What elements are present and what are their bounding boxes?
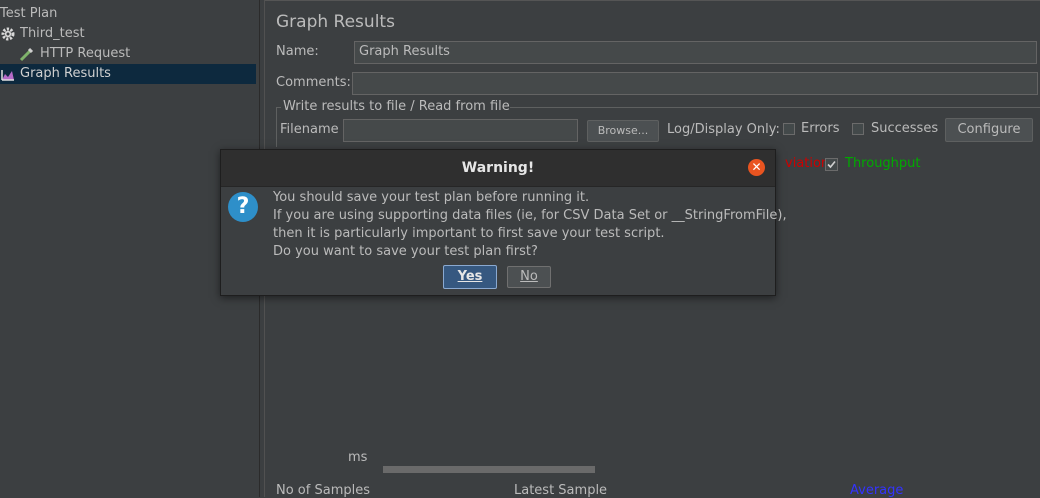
graph-scrollbar[interactable] — [383, 466, 595, 473]
successes-label: Successes — [871, 121, 939, 136]
configure-button[interactable]: Configure — [945, 118, 1033, 142]
panel-top-border — [265, 0, 1040, 5]
test-plan-tree: Test Plan Third_test HTTP Request Graph … — [0, 0, 256, 497]
log-display-label: Log/Display Only: — [667, 122, 780, 137]
latest-sample-label: Latest Sample — [514, 483, 608, 498]
yes-button[interactable]: Yes — [443, 265, 497, 289]
question-icon: ? — [228, 192, 258, 222]
dialog-message-line: If you are using supporting data files (… — [273, 208, 787, 223]
throughput-label: Throughput — [845, 156, 921, 171]
fieldset-legend: Write results to file / Read from file — [283, 99, 510, 114]
dialog-message-line: then it is particularly important to fir… — [273, 226, 665, 241]
ms-label: ms — [348, 450, 368, 465]
throughput-checkbox[interactable] — [825, 158, 838, 171]
errors-checkbox[interactable] — [783, 123, 795, 135]
pipette-icon — [18, 46, 34, 62]
warning-dialog: Warning! ✕ ? You should save your test p… — [220, 149, 787, 296]
average-label: Average — [850, 483, 904, 498]
filename-field[interactable] — [343, 119, 578, 142]
graph-icon — [0, 66, 16, 82]
fieldset-border — [276, 107, 277, 147]
fieldset-border — [510, 107, 1040, 108]
name-field[interactable]: Graph Results — [354, 41, 1037, 64]
tree-item-third-test[interactable]: Third_test — [0, 24, 256, 44]
errors-label: Errors — [801, 121, 840, 136]
tree-item-label: HTTP Request — [40, 46, 131, 61]
dialog-message-line: Do you want to save your test plan first… — [273, 244, 538, 259]
tree-item-http-request[interactable]: HTTP Request — [0, 44, 256, 64]
tree-item-label: Test Plan — [0, 6, 58, 21]
comments-field[interactable] — [352, 72, 1038, 95]
samples-count-label: No of Samples — [276, 483, 370, 498]
name-label: Name: — [276, 44, 319, 59]
comments-label: Comments: — [276, 75, 351, 90]
check-icon — [827, 160, 836, 169]
tree-item-label: Graph Results — [20, 66, 111, 81]
tree-item-graph-results[interactable]: Graph Results — [0, 64, 256, 84]
close-icon[interactable]: ✕ — [748, 159, 765, 176]
filename-label: Filename — [280, 122, 339, 137]
successes-checkbox[interactable] — [852, 123, 864, 135]
dialog-message-line: You should save your test plan before ru… — [273, 190, 590, 205]
tree-item-label: Third_test — [20, 26, 85, 41]
tree-item-test-plan[interactable]: Test Plan — [0, 4, 256, 24]
no-button[interactable]: No — [507, 266, 551, 288]
deviation-label: viation — [785, 156, 830, 171]
page-title: Graph Results — [276, 12, 395, 32]
dialog-title: Warning! — [461, 160, 535, 176]
browse-button[interactable]: Browse... — [587, 120, 659, 142]
gear-icon — [0, 26, 16, 42]
